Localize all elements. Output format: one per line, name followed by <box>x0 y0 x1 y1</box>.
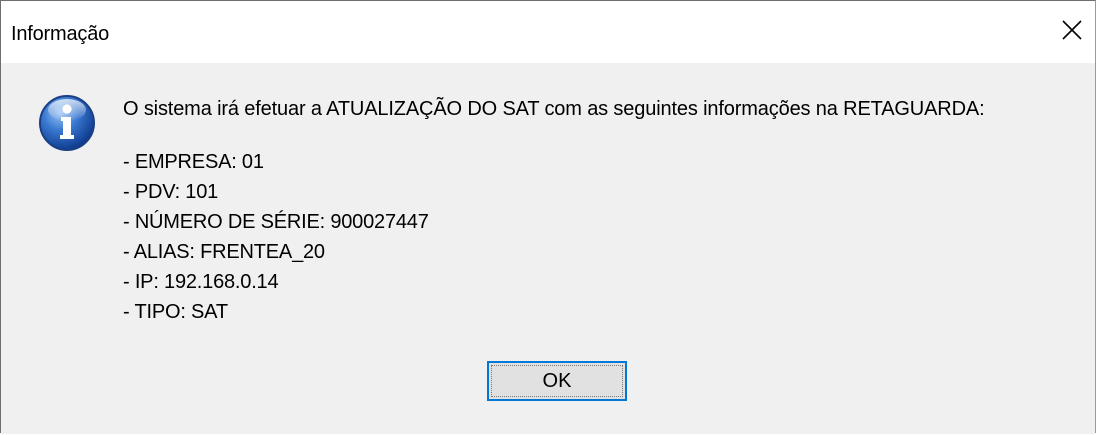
detail-line-tipo: - TIPO: SAT <box>123 301 228 323</box>
close-icon <box>1062 20 1082 40</box>
info-icon <box>39 95 95 151</box>
close-button[interactable] <box>1049 7 1095 53</box>
detail-line-numero-serie: - NÚMERO DE SÉRIE: 900027447 <box>123 211 429 233</box>
dialog-message: O sistema irá efetuar a ATUALIZAÇÃO DO S… <box>123 98 985 120</box>
detail-line-pdv: - PDV: 101 <box>123 181 219 203</box>
ok-button[interactable]: OK <box>487 361 627 401</box>
title-bar: Informação <box>1 1 1095 63</box>
dialog-body: O sistema irá efetuar a ATUALIZAÇÃO DO S… <box>1 63 1095 434</box>
detail-line-ip: - IP: 192.168.0.14 <box>123 271 279 293</box>
details-list: - EMPRESA: 01 - PDV: 101 - NÚMERO DE SÉR… <box>123 147 429 327</box>
detail-line-empresa: - EMPRESA: 01 <box>123 151 264 173</box>
ok-button-label: OK <box>542 369 572 392</box>
detail-line-alias: - ALIAS: FRENTEA_20 <box>123 241 325 263</box>
window-title: Informação <box>11 23 110 45</box>
information-dialog: Informação O sistema irá efetuar a ATUAL… <box>0 0 1096 434</box>
